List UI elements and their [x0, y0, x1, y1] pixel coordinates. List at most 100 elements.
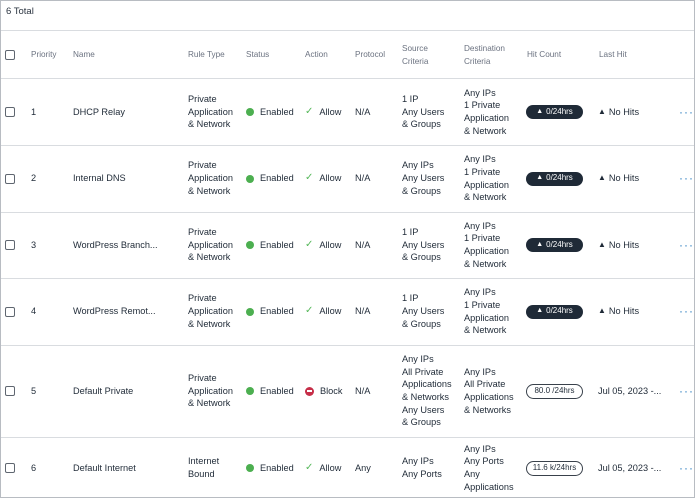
row-checkbox[interactable] — [5, 107, 15, 117]
row-hit-count: 80.0 /24hrs — [526, 345, 583, 437]
last-hit-value: No Hits — [608, 106, 640, 117]
row-name[interactable]: WordPress Branch... — [73, 212, 158, 278]
row-name[interactable]: Default Private — [73, 345, 133, 437]
status-dot-icon — [246, 464, 254, 472]
row-checkbox[interactable] — [5, 173, 15, 184]
row-destination-criteria: Any IPs 1 Private Application & Network — [464, 220, 509, 269]
row-select-cell — [5, 145, 15, 212]
row-name[interactable]: Internal DNS — [73, 145, 126, 212]
col-hit-count[interactable]: Hit Count — [527, 31, 561, 78]
row-rule-type: Internet Bound — [188, 456, 220, 479]
table-row[interactable]: 6 Default Internet Internet Bound Enable… — [1, 437, 694, 497]
hit-count-value: 80.0 /24hrs — [534, 385, 575, 395]
row-destination-criteria: Any IPs All Private Applications & Netwo… — [464, 366, 514, 415]
row-name[interactable]: Default Internet — [73, 437, 136, 497]
last-hit-value: Jul 05, 2023 -... — [598, 385, 662, 396]
row-last-hit: ▲ No Hits — [598, 212, 639, 278]
more-horizontal-icon[interactable]: ··· — [679, 384, 694, 398]
table-row[interactable]: 5 Default Private Private Application & … — [1, 345, 694, 437]
table-row[interactable]: 3 WordPress Branch... Private Applicatio… — [1, 212, 694, 278]
last-hit-value: No Hits — [608, 239, 640, 250]
row-action: Block — [305, 345, 342, 437]
table-row[interactable]: 1 DHCP Relay Private Application & Netwo… — [1, 79, 694, 145]
row-destination-criteria: Any IPs 1 Private Application & Network — [464, 87, 509, 136]
hit-count-value: 0/24hrs — [546, 173, 573, 183]
row-priority: 2 — [31, 173, 37, 184]
action-label: Allow — [319, 306, 342, 317]
status-dot-icon — [246, 387, 254, 395]
row-source-criteria: Any IPs Any Ports — [402, 456, 442, 479]
status-label: Enabled — [260, 385, 294, 396]
row-protocol: N/A — [355, 239, 371, 250]
row-last-hit: Jul 05, 2023 -... — [598, 345, 661, 437]
warning-triangle-icon: ▲ — [598, 306, 606, 316]
last-hit-value: Jul 05, 2023 -... — [598, 462, 662, 473]
row-rule-type: Private Application & Network — [188, 226, 233, 263]
row-checkbox[interactable] — [5, 386, 15, 396]
row-status: Enabled — [246, 345, 294, 437]
row-rule-type: Private Application & Network — [188, 160, 233, 196]
col-status[interactable]: Status — [246, 31, 269, 78]
row-action: ✓ Allow — [305, 437, 341, 497]
check-icon: ✓ — [305, 238, 314, 250]
row-status: Enabled — [246, 212, 294, 278]
row-priority: 1 — [31, 106, 37, 117]
row-more-cell: ··· — [679, 345, 694, 437]
row-protocol: Any — [355, 462, 371, 473]
more-horizontal-icon[interactable]: ··· — [679, 305, 694, 318]
more-horizontal-icon[interactable]: ··· — [679, 105, 694, 119]
row-last-hit: ▲ No Hits — [598, 278, 639, 345]
row-destination-criteria: Any IPs 1 Private Application & Network — [464, 154, 509, 203]
table-row[interactable]: 4 WordPress Remot... Private Application… — [1, 278, 694, 345]
col-protocol[interactable]: Protocol — [355, 31, 385, 78]
row-status: Enabled — [246, 79, 294, 145]
status-dot-icon — [246, 241, 254, 249]
row-hit-count: ▲ 0/24hrs — [526, 212, 583, 278]
row-rule-type: Private Application & Network — [188, 93, 233, 130]
status-dot-icon — [246, 174, 254, 183]
status-label: Enabled — [260, 106, 294, 117]
row-select-cell — [5, 437, 15, 497]
col-rule-type[interactable]: Rule Type — [188, 31, 225, 78]
row-checkbox[interactable] — [5, 463, 15, 473]
row-protocol: N/A — [355, 385, 371, 396]
row-hit-count: ▲ 0/24hrs — [526, 145, 583, 212]
col-source-criteria[interactable]: Source Criteria — [402, 31, 428, 78]
row-name[interactable]: WordPress Remot... — [73, 278, 156, 345]
row-action: ✓ Allow — [305, 79, 341, 145]
more-horizontal-icon[interactable]: ··· — [679, 461, 694, 475]
row-source-criteria: 1 IP Any Users & Groups — [402, 93, 445, 130]
row-select-cell — [5, 212, 15, 278]
warning-triangle-icon: ▲ — [536, 240, 544, 248]
action-label: Block — [320, 385, 343, 396]
row-priority: 5 — [31, 385, 37, 396]
col-priority[interactable]: Priority — [31, 31, 56, 78]
row-priority: 3 — [31, 239, 37, 250]
row-destination-criteria: Any IPs 1 Private Application & Network — [464, 287, 509, 336]
col-name[interactable]: Name — [73, 31, 95, 78]
row-more-cell: ··· — [679, 145, 694, 212]
action-label: Allow — [319, 106, 342, 117]
hit-count-badge: ▲ 0/24hrs — [526, 105, 583, 119]
status-dot-icon — [246, 108, 254, 116]
col-last-hit[interactable]: Last Hit — [599, 31, 627, 78]
col-destination-criteria[interactable]: Destination Criteria — [464, 31, 505, 78]
status-label: Enabled — [260, 173, 294, 184]
row-checkbox[interactable] — [5, 306, 15, 317]
row-last-hit: Jul 05, 2023 -... — [598, 437, 662, 497]
hit-count-value: 0/24hrs — [546, 306, 573, 316]
more-horizontal-icon[interactable]: ··· — [679, 238, 694, 252]
row-action: ✓ Allow — [305, 212, 341, 278]
policy-rules-table: 6 Total Priority Name Rule Type Status A… — [0, 0, 695, 498]
hit-count-value: 0/24hrs — [546, 106, 573, 116]
table-header: Priority Name Rule Type Status Action Pr… — [1, 31, 694, 78]
select-all-checkbox[interactable] — [5, 49, 15, 60]
row-select-cell — [5, 278, 15, 345]
row-name[interactable]: DHCP Relay — [73, 79, 125, 145]
table-row[interactable]: 2 Internal DNS Private Application & Net… — [1, 145, 694, 212]
more-horizontal-icon[interactable]: ··· — [679, 172, 694, 185]
col-action[interactable]: Action — [305, 31, 328, 78]
row-protocol: N/A — [355, 173, 371, 184]
action-label: Allow — [319, 239, 342, 250]
row-checkbox[interactable] — [5, 240, 15, 250]
